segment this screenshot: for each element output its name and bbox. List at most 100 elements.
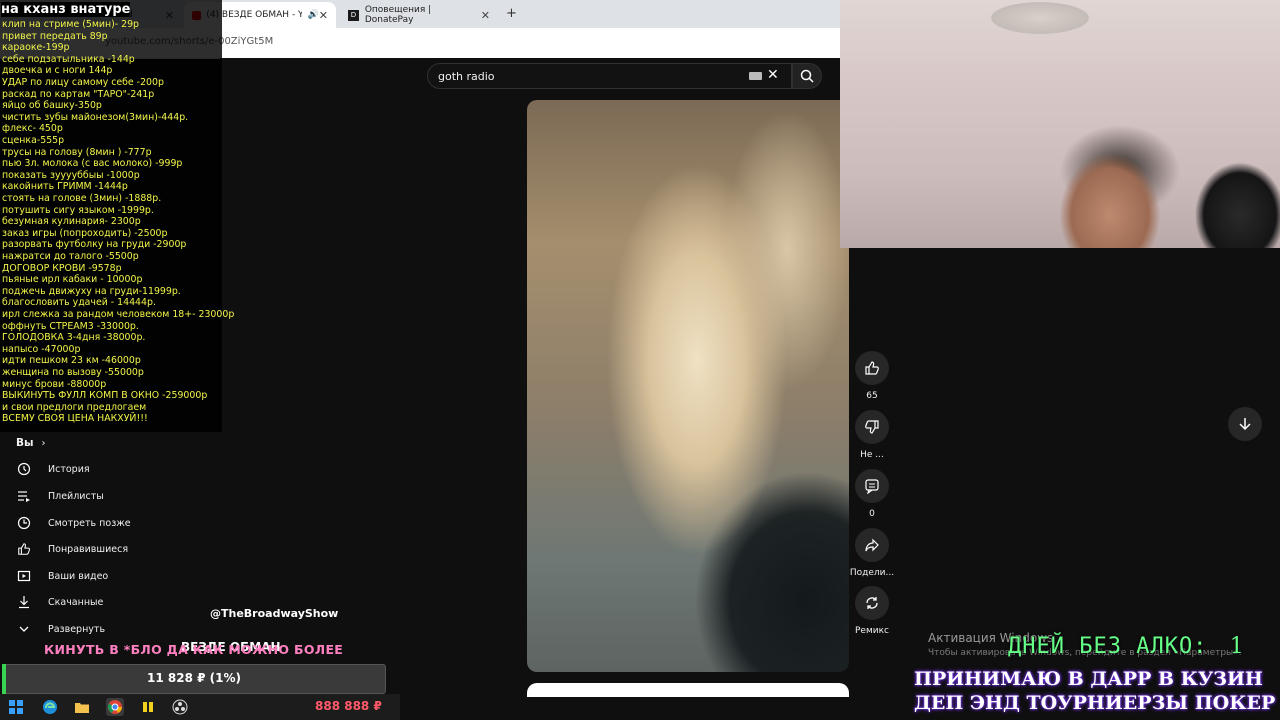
price-list-item: стоять на голове (3мин) -1888р.	[2, 193, 162, 204]
new-tab-button[interactable]: +	[506, 6, 517, 21]
sidebar-item-liked[interactable]: Понравившиеся	[0, 536, 220, 562]
donation-goal-progress: 11 828 ₽ (1%)	[147, 671, 241, 685]
price-list-item: оффнуть СТРЕАМ3 -33000р.	[2, 320, 139, 332]
obs-icon[interactable]	[171, 698, 189, 716]
price-list-item: ДОГОВОР КРОВИ -9578р	[2, 262, 122, 274]
arrow-down-icon	[1239, 418, 1251, 431]
price-list-item: какойнить ГРИММ -1444р	[2, 181, 128, 193]
price-list-item: минус брови -88000р	[2, 378, 107, 390]
price-list-item: напысо -47000р	[2, 343, 81, 355]
sidebar-item-watch-later[interactable]: Смотреть позже	[0, 510, 220, 536]
share-label: Подели...	[849, 568, 895, 578]
sidebar-you-header[interactable]: Вы ›	[0, 430, 220, 456]
next-video-button[interactable]	[1228, 407, 1262, 441]
price-list-item: УДАР по лицу самому себе -200р	[2, 77, 164, 88]
comment-icon	[855, 469, 889, 503]
days-sober-counter: ДНЕЙ БЕЗ АЛКО: 1	[1008, 634, 1245, 659]
downloads-icon	[0, 595, 48, 609]
like-button[interactable]: 65	[852, 351, 892, 401]
close-icon[interactable]: ✕	[319, 9, 328, 22]
price-list-item: себе подзатыльника -144р	[2, 53, 135, 65]
price-list-item: нажратси до талого -5500р	[2, 251, 139, 262]
price-list-item: караоке-199р	[2, 42, 70, 54]
your-videos-icon	[0, 569, 48, 583]
comments-button[interactable]: 0	[852, 469, 892, 519]
days-sober-label: ДНЕЙ БЕЗ АЛКО:	[1008, 634, 1208, 659]
price-list-item: и свои предлоги предлогаем	[2, 401, 147, 413]
sidebar-item-history[interactable]: История	[0, 456, 220, 482]
price-list-item: идти пешком 23 км -46000р	[2, 355, 141, 367]
price-list-item: флекс- 450р	[2, 123, 63, 135]
price-list-item: чистить зубы майонезом(3мин)-444р.	[2, 111, 189, 123]
dislike-button[interactable]: Не ...	[852, 410, 892, 460]
shorts-video-player[interactable]	[527, 100, 849, 672]
price-list-title: на кханз внатуре	[1, 2, 131, 17]
playlists-icon	[0, 489, 48, 503]
sidebar-item-your-videos[interactable]: Ваши видео	[0, 563, 220, 589]
speaker-icon[interactable]: 🔊	[308, 10, 319, 20]
sidebar-item-label: История	[48, 463, 90, 475]
price-list-item: потушить сигу языком -1999р.	[2, 204, 154, 216]
share-icon	[855, 528, 889, 562]
promo-banner-line-1: ПРИНИМАЮ В ДАРР В КУЗИН	[914, 668, 1263, 690]
price-list-item: ГОЛОДОВКА 3-4дня -38000р.	[2, 332, 146, 344]
price-list-item: показать зууууббыы -1000р	[2, 169, 140, 181]
price-list-item: ВСЕМУ СВОЯ ЦЕНА НАКХУЙ!!!	[2, 413, 148, 425]
comment-count: 0	[869, 509, 875, 519]
price-list-item: трусы на голову (8мин ) -777р	[2, 146, 152, 158]
sidebar-item-label: Смотреть позже	[48, 517, 131, 529]
sidebar-item-playlists[interactable]: Плейлисты	[0, 483, 220, 509]
donation-goal-title: КИНУТЬ В *БЛО ДА КАК МОЖНО БОЛЕЕ	[44, 642, 344, 657]
chevron-down-icon	[0, 623, 48, 635]
browser-tab[interactable]: D Оповещения | DonatePay ✕	[340, 2, 498, 28]
sidebar-item-label: Ваши видео	[48, 570, 109, 582]
price-list-item: раскад по картам "ТАРО"-241р	[2, 88, 155, 100]
watch-later-icon	[0, 516, 48, 530]
days-sober-value: 1	[1229, 634, 1245, 659]
price-list-item: женщина по вызову -55000р	[2, 367, 144, 378]
balance-display: 888 888 ₽	[315, 699, 382, 713]
liked-icon	[0, 542, 48, 556]
chrome-icon[interactable]	[106, 698, 124, 716]
close-icon[interactable]: ✕	[481, 9, 490, 22]
sidebar-item-expand[interactable]: Развернуть	[0, 616, 220, 642]
price-list-item: разорвать футболку на груди -2900р	[2, 239, 187, 251]
sidebar-item-label: Понравившиеся	[48, 543, 129, 555]
webcam-feed	[840, 0, 1280, 248]
sidebar-you-label: Вы	[16, 437, 34, 449]
keyboard-icon[interactable]	[749, 72, 762, 80]
remix-label: Ремикс	[855, 626, 889, 636]
windows-start-icon[interactable]	[7, 698, 25, 716]
like-count: 65	[866, 391, 878, 401]
app-yellow-icon[interactable]	[139, 698, 157, 716]
donatepay-icon: D	[348, 9, 359, 21]
edge-icon[interactable]	[41, 698, 59, 716]
channel-handle[interactable]: @TheBroadwayShow	[210, 607, 338, 620]
clear-search-icon[interactable]: ✕	[767, 67, 779, 83]
history-icon	[0, 462, 48, 476]
promo-banner-line-2: ДЕП ЭНД ТОУРНИЕРЗЫ ПОКЕР	[914, 692, 1276, 714]
sidebar-item-label: Плейлисты	[48, 490, 104, 502]
tab-label: Оповещения | DonatePay	[364, 5, 432, 25]
price-list-item: яйцо об башку-350р	[2, 100, 102, 112]
share-button[interactable]: Подели...	[849, 528, 895, 578]
dislike-icon	[855, 410, 889, 444]
price-list-item: пью 3л. молока (с вас молоко) -999р	[2, 158, 183, 170]
sidebar-item-downloads[interactable]: Скачанные	[0, 589, 220, 615]
remix-button[interactable]: Ремикс	[852, 586, 892, 636]
price-list-item: заказ игры (попроходить) -2500р	[2, 227, 168, 239]
search-icon	[800, 69, 814, 83]
sidebar-item-label: Скачанные	[48, 596, 104, 608]
next-short-preview[interactable]	[527, 683, 849, 697]
price-list-item: привет передать 89р	[2, 30, 108, 42]
sidebar-item-label: Развернуть	[48, 623, 106, 635]
price-list-item: пьяные ирл кабаки - 10000р	[2, 274, 143, 286]
remix-icon	[855, 586, 889, 620]
price-list-item: клип на стриме (5мин)- 29р	[2, 19, 140, 30]
file-explorer-icon[interactable]	[73, 698, 91, 716]
price-list-item: сценка-555р	[2, 135, 65, 146]
search-input-value: goth radio	[438, 70, 495, 83]
price-list-item: поджечь движуху на груди-11999р.	[2, 285, 181, 297]
search-button[interactable]	[792, 63, 822, 89]
price-list-item: ирл слежка за рандом человеком 18+- 2300…	[2, 309, 235, 320]
